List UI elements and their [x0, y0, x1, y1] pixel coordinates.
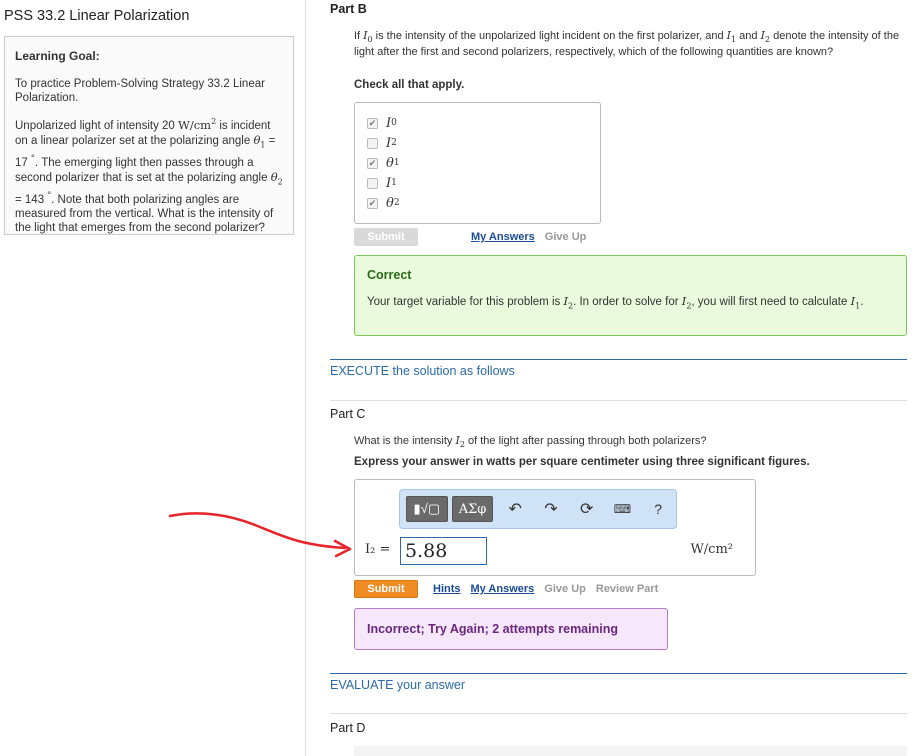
- submit-button[interactable]: Submit: [354, 580, 418, 598]
- checkbox-unchecked-icon[interactable]: [367, 137, 378, 149]
- option-i1[interactable]: I1: [367, 173, 588, 193]
- checkbox-unchecked-icon[interactable]: [367, 177, 378, 189]
- evaluate-divider: [330, 673, 907, 674]
- answer-label: I₂ =: [365, 542, 391, 557]
- learning-goal-label: Learning Goal:: [15, 49, 100, 63]
- templates-button[interactable]: ▮√▢: [406, 496, 448, 522]
- part-c-question: What is the intensity I2 of the light af…: [354, 434, 707, 450]
- correct-title: Correct: [367, 268, 412, 282]
- parts-area: Part B If I0 is the intensity of the unp…: [306, 0, 921, 756]
- checkbox-checked-icon[interactable]: ✔: [367, 157, 378, 169]
- give-up-link[interactable]: Give Up: [544, 583, 586, 595]
- submit-button-disabled: Submit: [354, 228, 418, 246]
- learning-goal-text: To practice Problem-Solving Strategy 33.…: [15, 78, 265, 104]
- part-b-actions: Submit My Answers Give Up: [354, 228, 586, 246]
- give-up-link[interactable]: Give Up: [545, 231, 587, 243]
- execute-heading: EXECUTE the solution as follows: [330, 364, 515, 378]
- part-b-question: If I0 is the intensity of the unpolarize…: [354, 29, 900, 59]
- problem-statement: Unpolarized light of intensity 20 W/cm2 …: [15, 117, 283, 235]
- checkbox-checked-icon[interactable]: ✔: [367, 197, 378, 209]
- my-answers-link[interactable]: My Answers: [471, 583, 535, 595]
- execute-divider: [330, 359, 907, 360]
- part-b-label: Part B: [330, 2, 367, 16]
- redo-icon[interactable]: ↷: [533, 496, 569, 522]
- option-i0[interactable]: ✔ I 0: [367, 113, 588, 133]
- reset-icon[interactable]: ⟳: [569, 496, 605, 522]
- learning-goal-panel: PSS 33.2 Linear Polarization Learning Go…: [0, 0, 306, 756]
- undo-icon[interactable]: ↶: [497, 496, 533, 522]
- math-toolbar: ▮√▢ AΣφ ↶ ↷ ⟳ ⌨ ?: [399, 489, 677, 529]
- option-theta2[interactable]: ✔ θ 2: [367, 193, 588, 213]
- keyboard-icon[interactable]: ⌨: [605, 496, 641, 522]
- part-d-label: Part D: [330, 721, 366, 735]
- part-c-label: Part C: [330, 407, 366, 421]
- divider: [330, 400, 907, 401]
- part-b-checklist: ✔ I 0 I2 ✔ θ 1 I1 ✔ θ 2: [354, 102, 601, 224]
- learning-goal-box: Learning Goal: To practice Problem-Solvi…: [4, 36, 294, 235]
- answer-input[interactable]: 5.88: [400, 537, 487, 565]
- evaluate-heading: EVALUATE your answer: [330, 678, 466, 692]
- greek-symbols-button[interactable]: AΣφ: [451, 496, 494, 522]
- part-b-instruction: Check all that apply.: [354, 79, 465, 91]
- checkbox-checked-icon[interactable]: ✔: [367, 117, 378, 129]
- help-icon[interactable]: ?: [640, 496, 676, 522]
- correct-message: Your target variable for this problem is…: [367, 294, 864, 311]
- hints-link[interactable]: Hints: [433, 583, 461, 595]
- answer-units: W/cm²: [690, 542, 733, 557]
- review-part-link[interactable]: Review Part: [596, 583, 658, 595]
- option-i2[interactable]: I2: [367, 133, 588, 153]
- part-d-content: [354, 746, 907, 756]
- option-theta1[interactable]: ✔ θ 1: [367, 153, 588, 173]
- part-c-instruction: Express your answer in watts per square …: [354, 456, 810, 468]
- answer-box: ▮√▢ AΣφ ↶ ↷ ⟳ ⌨ ? I₂ = 5.88 W/cm²: [354, 479, 756, 576]
- part-c-actions: Submit Hints My Answers Give Up Review P…: [354, 580, 658, 598]
- correct-feedback: Correct Your target variable for this pr…: [354, 255, 907, 336]
- incorrect-feedback: Incorrect; Try Again; 2 attempts remaini…: [354, 608, 668, 650]
- problem-title: PSS 33.2 Linear Polarization: [4, 8, 190, 24]
- my-answers-link[interactable]: My Answers: [471, 231, 535, 243]
- divider: [330, 713, 907, 714]
